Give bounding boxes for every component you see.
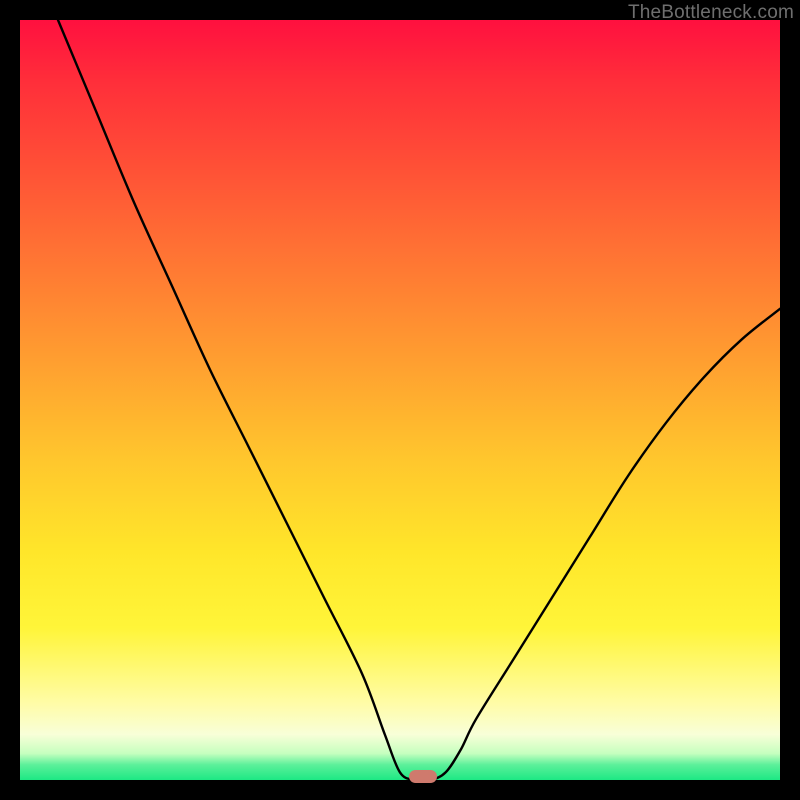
bottleneck-curve xyxy=(20,20,780,780)
optimum-marker xyxy=(409,770,437,783)
curve-path xyxy=(58,20,780,781)
plot-area xyxy=(20,20,780,780)
chart-frame: TheBottleneck.com xyxy=(0,0,800,800)
